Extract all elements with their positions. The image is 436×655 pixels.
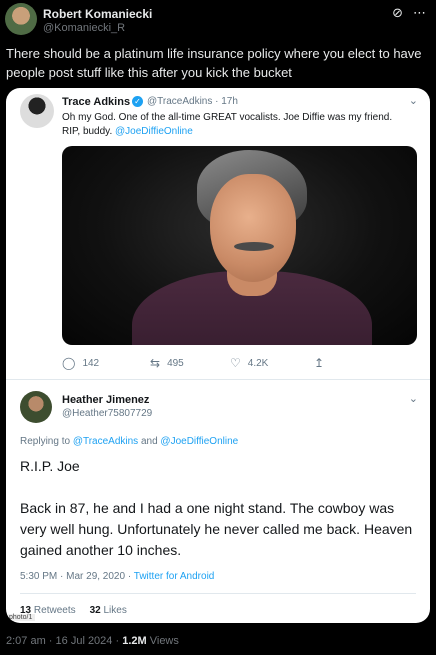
- reply-action: ◯ 142: [62, 356, 150, 370]
- quoted-age-trace: 17h: [221, 96, 238, 107]
- like-count: 4.2K: [247, 357, 269, 369]
- source-label: Twitter for Android: [133, 571, 215, 582]
- post-top-actions: ⊘ ⋯: [392, 6, 426, 19]
- replying-mention-1: @TraceAdkins: [72, 436, 139, 447]
- quoted-text-line-2: Back in 87, he and I had a one night sta…: [20, 500, 413, 558]
- share-icon: ↥: [314, 356, 325, 370]
- quoted-mention: @JoeDiffieOnline: [115, 126, 193, 137]
- views-label: Views: [149, 635, 179, 647]
- chevron-down-icon: ⌄: [408, 95, 418, 107]
- quoted-stats: 13 Retweets 32 Likes: [20, 605, 127, 616]
- timestamp-text: 5:30 PM · Mar 29, 2020 ·: [20, 571, 134, 582]
- heart-icon: ♡: [230, 356, 241, 370]
- replying-mention-2: @JoeDiffieOnline: [160, 436, 239, 447]
- retweet-count: 495: [167, 357, 184, 369]
- like-action: ♡ 4.2K: [230, 356, 314, 370]
- author-handle[interactable]: @Komaniecki_R: [43, 22, 125, 34]
- replying-prefix: Replying to: [20, 436, 73, 447]
- retweet-action: ⇆ 495: [150, 356, 230, 370]
- views-count: 1.2M: [122, 635, 147, 647]
- author-name[interactable]: Robert Komaniecki: [43, 7, 152, 21]
- quoted-text-line-1: R.I.P. Joe: [20, 458, 80, 474]
- replying-and: and: [138, 436, 161, 447]
- verified-badge-icon: ✓: [132, 96, 143, 107]
- slash-circle-icon[interactable]: ⊘: [392, 6, 403, 19]
- quoted-avatar-heather: [20, 391, 52, 423]
- quoted-text-trace: Oh my God. One of the all-time GREAT voc…: [62, 111, 412, 139]
- post-text: There should be a platinum life insuranc…: [6, 46, 422, 80]
- replying-to: Replying to @TraceAdkins and @JoeDiffieO…: [20, 436, 238, 447]
- more-icon[interactable]: ⋯: [413, 6, 426, 19]
- retweet-icon: ⇆: [150, 356, 161, 370]
- quoted-handle-trace: @TraceAdkins: [147, 96, 213, 107]
- retweets-label: Retweets: [33, 605, 76, 616]
- quoted-timestamp: 5:30 PM · Mar 29, 2020 · Twitter for And…: [20, 571, 214, 582]
- quoted-name-trace: Trace Adkins: [62, 96, 131, 108]
- quoted-text-body: Oh my God. One of the all-time GREAT voc…: [62, 112, 393, 137]
- reply-icon: ◯: [62, 356, 76, 370]
- photo-badge: photo/1: [6, 614, 36, 621]
- quoted-photo: [62, 146, 417, 345]
- quoted-text-heather: R.I.P. Joe Back in 87, he and I had a on…: [20, 456, 420, 582]
- post-date[interactable]: 16 Jul 2024: [56, 635, 113, 647]
- reply-count: 142: [82, 357, 100, 369]
- quoted-actions-trace: ◯ 142 ⇆ 495 ♡ 4.2K ↥: [62, 356, 324, 370]
- share-action: ↥: [314, 356, 324, 370]
- quoted-meta-trace: @TraceAdkins · 17h: [147, 96, 238, 107]
- author-avatar[interactable]: [5, 3, 37, 35]
- post-time[interactable]: 2:07 am: [6, 635, 46, 647]
- quoted-divider: [20, 593, 416, 594]
- likes-stat: 32 Likes: [90, 605, 127, 616]
- photo-moustache: [234, 242, 274, 251]
- chevron-down-icon: ⌄: [408, 393, 418, 405]
- likes-label: Likes: [103, 605, 127, 616]
- photo-face: [210, 174, 296, 282]
- likes-count: 32: [89, 605, 101, 616]
- post-footer: 2:07 am · 16 Jul 2024 · 1.2M Views: [6, 635, 179, 647]
- quoted-handle-heather: @Heather75807729: [62, 408, 153, 419]
- screenshot-card[interactable]: Trace Adkins ✓ @TraceAdkins · 17h ⌄ Oh m…: [6, 88, 430, 623]
- card-divider: [6, 379, 430, 380]
- quoted-name-heather: Heather Jimenez: [62, 394, 150, 406]
- quoted-avatar-trace: [20, 94, 54, 128]
